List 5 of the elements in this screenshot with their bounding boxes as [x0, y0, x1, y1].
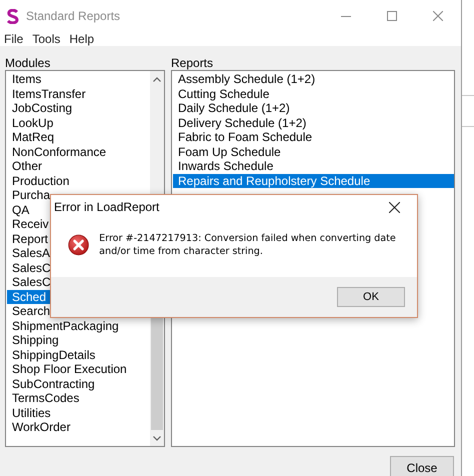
dialog-title: Error in LoadReport	[54, 200, 160, 214]
error-message: Error #-2147217913: Conversion failed when converting date and/or time from character string.	[99, 232, 397, 258]
modules-label: Modules	[5, 56, 52, 70]
reports-label: Reports	[171, 56, 214, 70]
window-title: Standard Reports	[26, 9, 122, 23]
